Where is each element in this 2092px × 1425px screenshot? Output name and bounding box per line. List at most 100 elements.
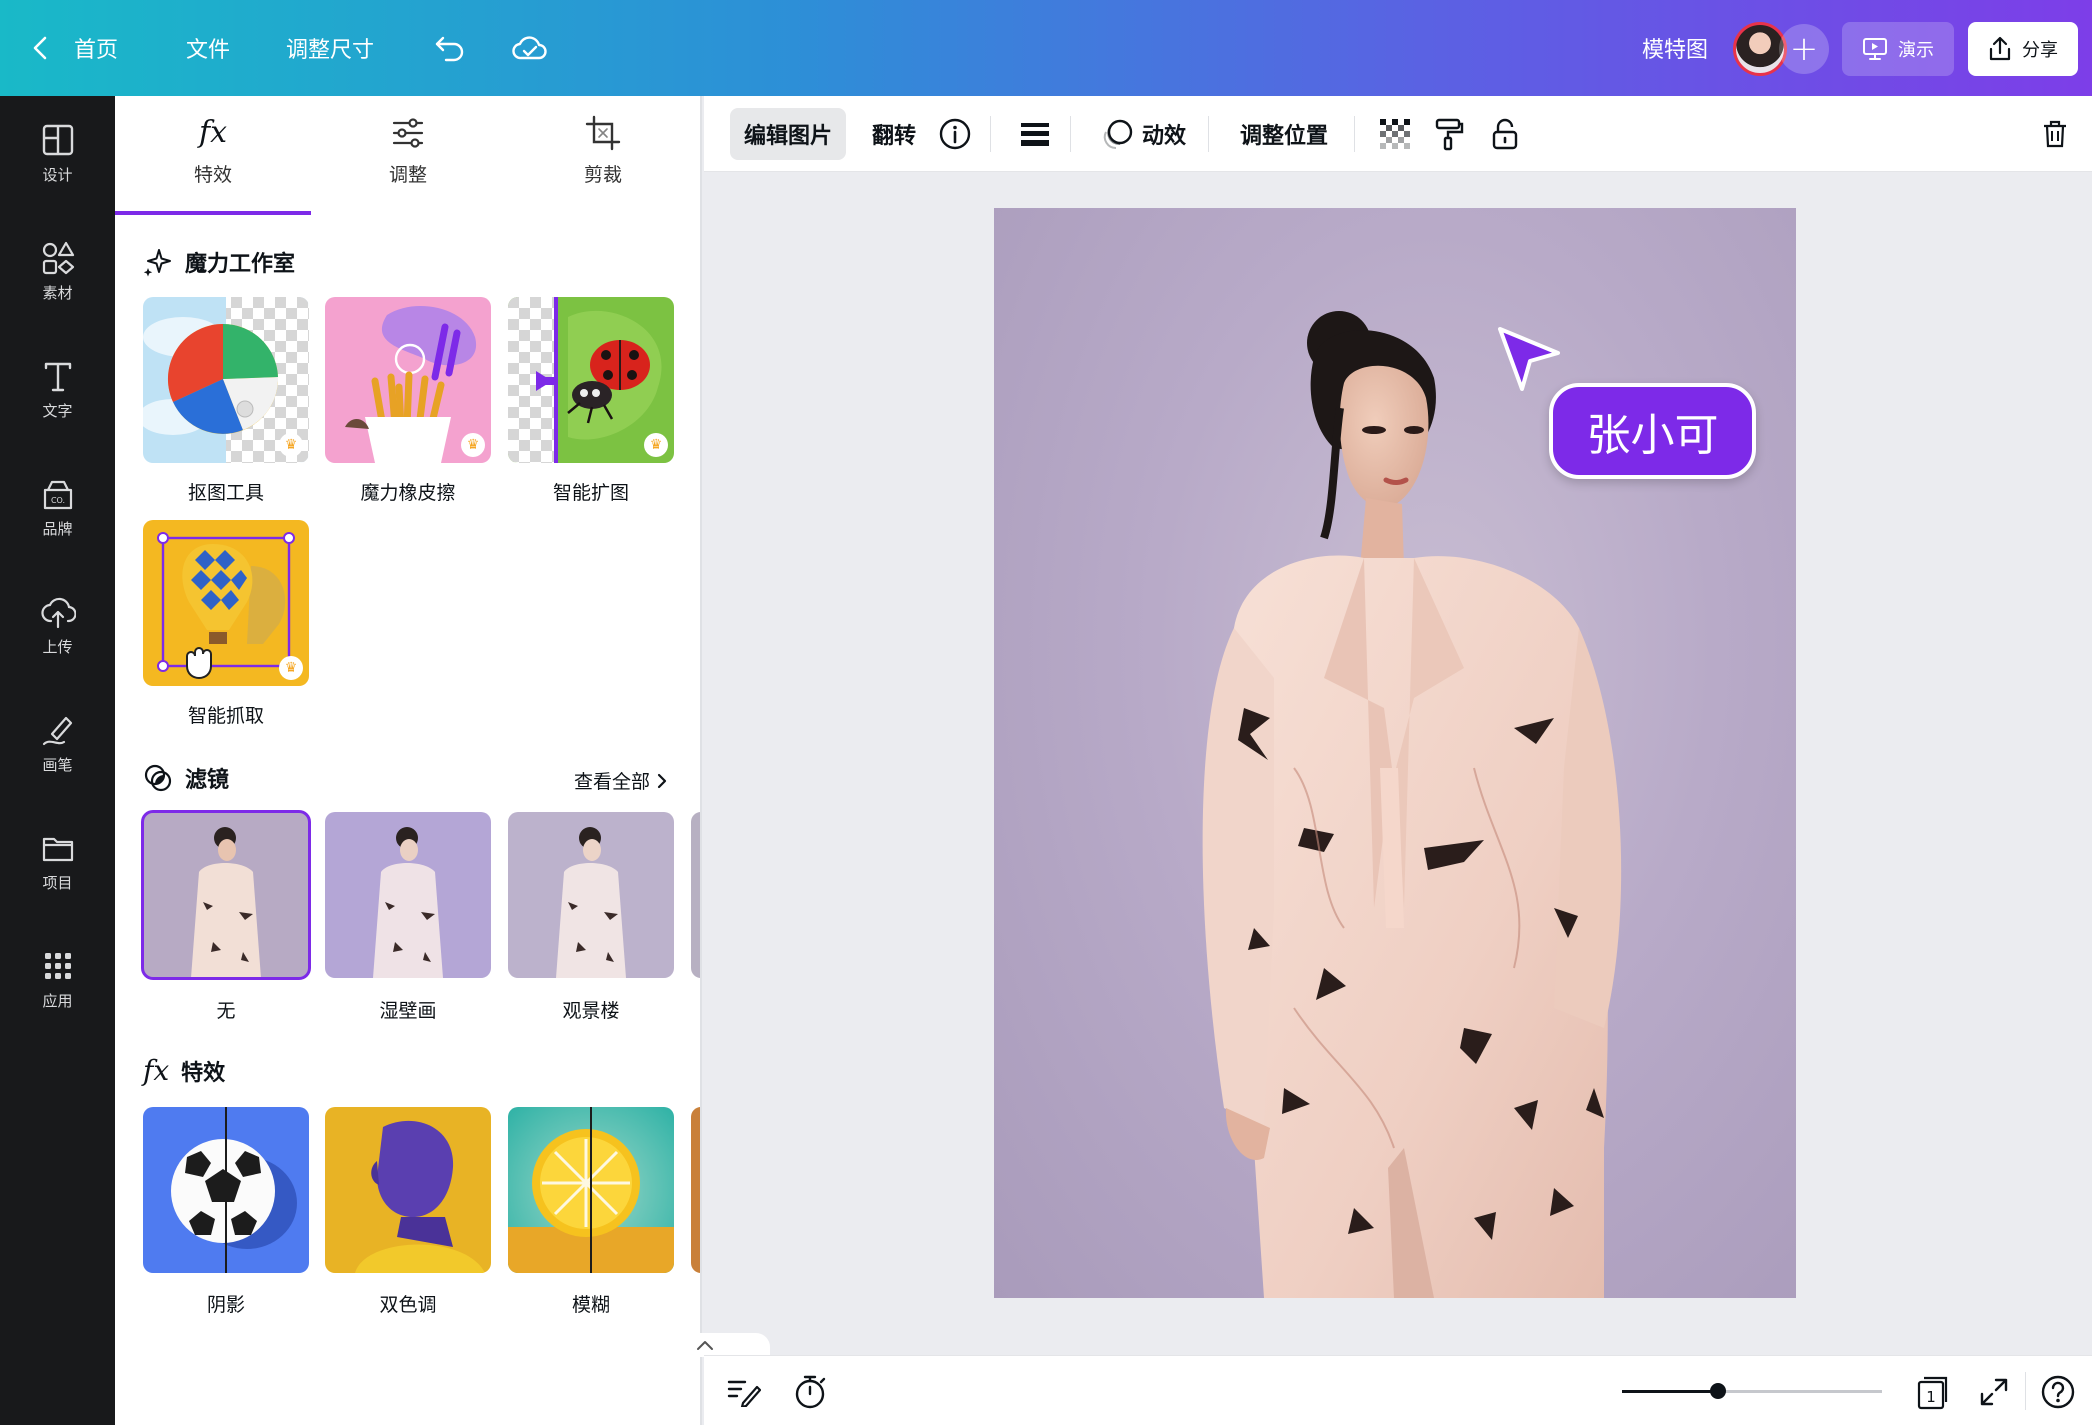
- file-menu[interactable]: 文件: [186, 28, 230, 68]
- premium-crown-icon: ♛: [644, 433, 668, 457]
- zoom-slider[interactable]: [1622, 1383, 1882, 1399]
- tab-effects[interactable]: fx 特效: [123, 114, 303, 214]
- layout-icon: [42, 124, 73, 156]
- svg-text:CO.: CO.: [50, 496, 64, 505]
- copy-style-paint-roller-icon[interactable]: [1424, 108, 1474, 160]
- toolbar-divider: [1208, 116, 1209, 152]
- rail-item-upload[interactable]: 上传: [0, 594, 115, 694]
- rail-item-text[interactable]: 文字: [0, 358, 115, 458]
- model-photo[interactable]: [994, 208, 1796, 1298]
- model-thumbnail: [508, 812, 674, 978]
- sliders-icon: [392, 118, 424, 148]
- filter-next-partial[interactable]: [691, 812, 700, 978]
- tool-magic-eraser[interactable]: ♛: [325, 297, 491, 463]
- rail-item-apps[interactable]: 应用: [0, 948, 115, 1048]
- rail-label: 应用: [42, 992, 73, 1010]
- transparency-icon[interactable]: [1370, 108, 1420, 160]
- filters-see-all-link[interactable]: 查看全部: [574, 767, 668, 794]
- presentation-icon: [1863, 38, 1887, 60]
- fx-icon: fx: [198, 115, 228, 150]
- apps-icon: [44, 953, 71, 979]
- text-icon: [44, 362, 71, 392]
- editor-app: 首页 文件 调整尺寸 模特图 + 演示 分享 设计 素材 文字 CO. 品牌 上…: [0, 0, 2092, 1425]
- fullscreen-icon[interactable]: [1974, 1372, 2014, 1412]
- position-button[interactable]: 调整位置: [1224, 108, 1344, 160]
- rail-item-elements[interactable]: 素材: [0, 240, 115, 340]
- toolbar-divider: [1070, 116, 1071, 152]
- toolbar-divider: [990, 116, 991, 152]
- edit-image-button[interactable]: 编辑图片: [730, 108, 846, 160]
- rail-label: 文字: [42, 402, 73, 420]
- rail-label: 画笔: [42, 756, 73, 774]
- tool-magic-expand[interactable]: ♛: [508, 297, 674, 463]
- border-style-icon[interactable]: [1010, 108, 1060, 160]
- tab-label: 剪裁: [583, 164, 622, 186]
- toolbar-divider: [1354, 116, 1355, 152]
- filter-label: 湿壁画: [379, 1000, 437, 1022]
- cloud-saved-icon[interactable]: [508, 28, 552, 68]
- tab-label: 特效: [193, 164, 232, 186]
- duotone-portrait-thumbnail: [325, 1107, 491, 1273]
- design-canvas[interactable]: 张小可: [704, 173, 2092, 1355]
- tool-background-remover[interactable]: ♛: [143, 297, 309, 463]
- effect-blur[interactable]: [508, 1107, 674, 1273]
- rail-item-brand[interactable]: CO. 品牌: [0, 476, 115, 576]
- lock-icon[interactable]: [1480, 108, 1530, 160]
- premium-crown-icon: ♛: [279, 656, 303, 680]
- document-title[interactable]: 模特图: [1642, 28, 1708, 68]
- filter-fresco[interactable]: [325, 812, 491, 978]
- animate-label: 动效: [1141, 124, 1186, 149]
- filter-label: 无: [216, 1000, 236, 1022]
- crop-icon: [585, 115, 621, 151]
- pages-expand-tab[interactable]: [640, 1333, 770, 1357]
- tab-adjust[interactable]: 调整: [318, 114, 498, 214]
- share-button[interactable]: 分享: [1968, 22, 2078, 76]
- effect-next-partial[interactable]: [691, 1107, 700, 1273]
- effect-duotone[interactable]: [325, 1107, 491, 1273]
- model-thumbnail: [325, 812, 491, 978]
- effects-header: fx 特效: [143, 1054, 225, 1087]
- soccer-ball-thumbnail: [143, 1107, 309, 1273]
- notes-icon[interactable]: [724, 1372, 764, 1412]
- filter-none[interactable]: [141, 810, 311, 980]
- tool-label: 抠图工具: [187, 482, 264, 504]
- effect-label: 阴影: [206, 1294, 245, 1316]
- bottom-bar: 1: [704, 1355, 2092, 1425]
- top-bar: 首页 文件 调整尺寸 模特图 + 演示 分享: [0, 0, 2092, 96]
- undo-icon[interactable]: [430, 28, 470, 68]
- help-icon[interactable]: [2038, 1372, 2078, 1412]
- zoom-slider-fill: [1622, 1390, 1718, 1393]
- brand-icon: CO.: [43, 480, 72, 510]
- timer-icon[interactable]: [790, 1372, 830, 1412]
- resize-menu[interactable]: 调整尺寸: [286, 28, 374, 68]
- section-title: 特效: [181, 1060, 226, 1086]
- chevron-up-icon: [697, 1341, 713, 1350]
- filters-header: 滤镜: [143, 762, 229, 794]
- home-link[interactable]: 首页: [74, 28, 118, 68]
- tab-label: 调整: [388, 164, 427, 186]
- tab-crop[interactable]: 剪裁: [513, 114, 693, 214]
- trash-icon[interactable]: [2030, 108, 2080, 160]
- page-number: 1: [1926, 1388, 1936, 1406]
- rail-label: 上传: [42, 638, 73, 656]
- back-chevron-icon[interactable]: [26, 28, 54, 68]
- tool-magic-grab[interactable]: ♛: [143, 520, 309, 686]
- effect-shadow[interactable]: [143, 1107, 309, 1273]
- rail-item-design[interactable]: 设计: [0, 122, 115, 222]
- animate-button[interactable]: 动效: [1088, 108, 1200, 160]
- present-button[interactable]: 演示: [1842, 22, 1954, 76]
- flip-button[interactable]: 翻转: [856, 108, 932, 160]
- left-rail: 设计 素材 文字 CO. 品牌 上传 画笔 项目 应用: [0, 96, 115, 1425]
- page-count-icon[interactable]: 1: [1912, 1372, 1952, 1412]
- info-icon[interactable]: [930, 108, 980, 160]
- filter-belvedere[interactable]: [508, 812, 674, 978]
- share-upload-icon: [1989, 36, 2011, 61]
- zoom-slider-handle[interactable]: [1710, 1383, 1726, 1399]
- tool-label: 魔力橡皮擦: [360, 482, 456, 504]
- add-collaborator-icon[interactable]: +: [1779, 24, 1829, 74]
- rail-item-draw[interactable]: 画笔: [0, 712, 115, 812]
- effect-label: 双色调: [379, 1294, 437, 1316]
- folder-icon: [42, 837, 73, 862]
- rail-item-projects[interactable]: 项目: [0, 830, 115, 930]
- animate-icon: [1103, 119, 1133, 150]
